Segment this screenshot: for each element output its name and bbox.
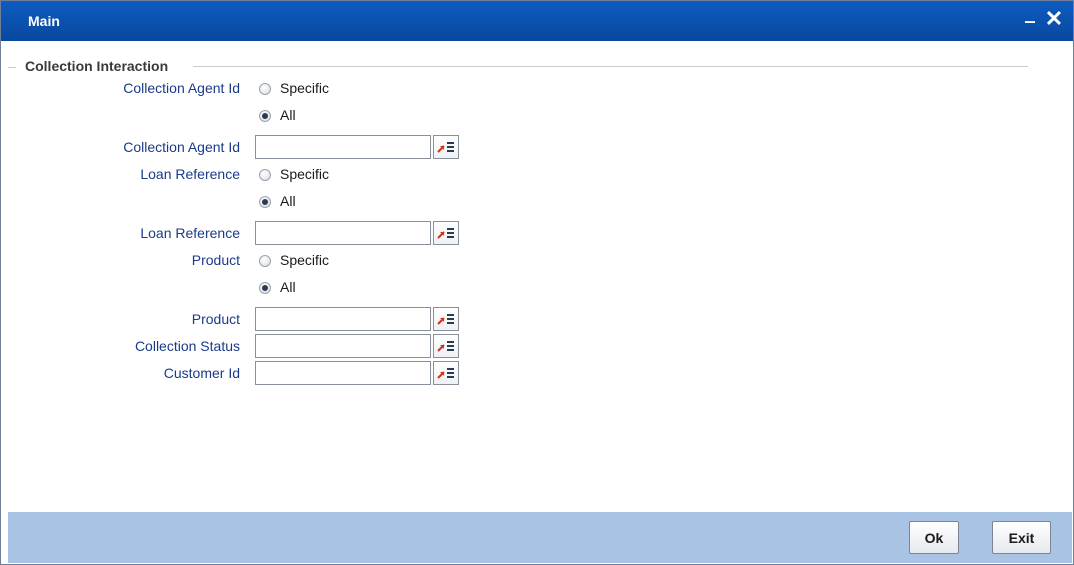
- close-icon[interactable]: ✕: [1041, 7, 1067, 31]
- collection-status-field-label: Collection Status: [134, 338, 240, 354]
- fieldset-divider-left: [8, 67, 16, 68]
- section-legend: Collection Interaction: [25, 58, 169, 74]
- window-title: Main: [28, 13, 60, 29]
- collection-status-input[interactable]: [255, 334, 431, 358]
- collection-agent-option-label: Collection Agent Id: [123, 80, 240, 96]
- loan-reference-specific-label: Specific: [280, 166, 330, 182]
- ok-button[interactable]: Ok: [909, 521, 959, 554]
- product-field-label: Product: [191, 311, 240, 327]
- customer-id-lov-icon[interactable]: [433, 361, 459, 385]
- list-of-values-icon: [437, 368, 454, 379]
- loan-reference-all-radio[interactable]: [259, 196, 271, 208]
- product-specific-radio[interactable]: [259, 255, 271, 267]
- loan-reference-specific-radio[interactable]: [259, 169, 271, 181]
- collection-agent-field-label: Collection Agent Id: [123, 139, 240, 155]
- product-all-label: All: [280, 279, 296, 295]
- collection-agent-lov-icon[interactable]: [433, 135, 459, 159]
- customer-id-field-label: Customer Id: [163, 365, 240, 381]
- product-all-radio[interactable]: [259, 282, 271, 294]
- list-of-values-icon: [437, 142, 454, 153]
- collection-agent-input[interactable]: [255, 135, 431, 159]
- exit-button[interactable]: Exit: [992, 521, 1051, 554]
- product-specific-label: Specific: [280, 252, 330, 268]
- loan-reference-input[interactable]: [255, 221, 431, 245]
- customer-id-input[interactable]: [255, 361, 431, 385]
- loan-reference-option-label: Loan Reference: [140, 166, 240, 182]
- loan-reference-all-label: All: [280, 193, 296, 209]
- product-input[interactable]: [255, 307, 431, 331]
- list-of-values-icon: [437, 314, 454, 325]
- title-bar: Main ‒ ✕: [1, 1, 1073, 41]
- collection-agent-specific-label: Specific: [280, 80, 330, 96]
- list-of-values-icon: [437, 228, 454, 239]
- collection-agent-all-label: All: [280, 107, 296, 123]
- loan-reference-lov-icon[interactable]: [433, 221, 459, 245]
- list-of-values-icon: [437, 341, 454, 352]
- loan-reference-field-label: Loan Reference: [140, 225, 240, 241]
- product-lov-icon[interactable]: [433, 307, 459, 331]
- collection-agent-specific-radio[interactable]: [259, 83, 271, 95]
- fieldset-divider-right: [193, 66, 1028, 67]
- collection-status-lov-icon[interactable]: [433, 334, 459, 358]
- product-option-label: Product: [191, 252, 240, 268]
- minimize-icon[interactable]: ‒: [1021, 9, 1039, 33]
- collection-agent-all-radio[interactable]: [259, 110, 271, 122]
